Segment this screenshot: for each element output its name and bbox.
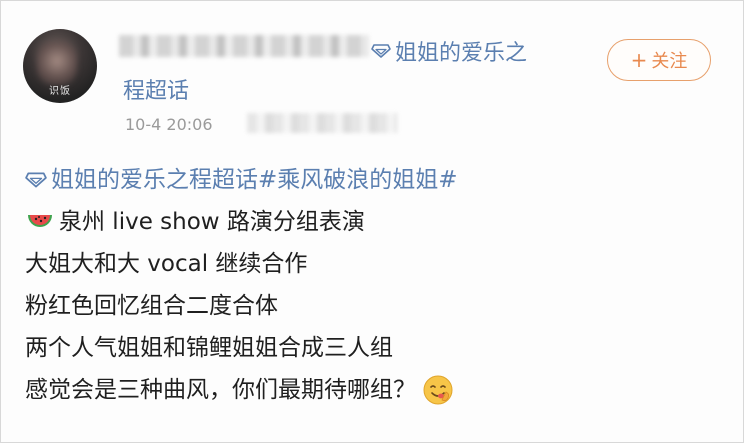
plus-icon: + bbox=[630, 48, 648, 72]
post-line-3: 粉红色回忆组合二度合体 bbox=[25, 285, 725, 327]
follow-button[interactable]: + 关注 bbox=[607, 39, 711, 81]
post-timestamp: 10-4 20:06 bbox=[125, 115, 213, 134]
avatar[interactable]: 识饭 bbox=[23, 29, 97, 103]
post-line-2: 大姐大和大 vocal 继续合作 bbox=[25, 243, 725, 285]
post-text: 泉州 live show 路演分组表演 bbox=[59, 209, 365, 235]
author-topic-text-cont[interactable]: 程超话 bbox=[123, 73, 189, 105]
diamond-topic-icon bbox=[25, 172, 47, 188]
follow-button-label: 关注 bbox=[651, 51, 688, 72]
author-topic-text[interactable]: 姐姐的爱乐之 bbox=[395, 35, 527, 67]
post-body: 姐姐的爱乐之程超话#乘风破浪的姐姐# 泉州 live show 路演分组表演 大… bbox=[25, 159, 725, 411]
avatar-blurred-image bbox=[37, 41, 77, 85]
source-redacted bbox=[247, 113, 397, 133]
yum-face-emoji bbox=[423, 375, 453, 405]
topic-hashtag-text[interactable]: 姐姐的爱乐之程超话#乘风破浪的姐姐# bbox=[51, 159, 458, 201]
watermelon-emoji bbox=[28, 215, 52, 227]
post-text: 大姐大和大 vocal 继续合作 bbox=[25, 251, 308, 277]
diamond-topic-icon bbox=[371, 44, 391, 58]
post-line-1: 泉州 live show 路演分组表演 bbox=[25, 201, 725, 243]
post-text: 粉红色回忆组合二度合体 bbox=[25, 293, 278, 319]
avatar-caption: 识饭 bbox=[49, 86, 71, 97]
post-text: 感觉会是三种曲风，你们最期待哪组？ bbox=[25, 377, 416, 403]
username-redacted bbox=[119, 35, 369, 57]
post-line-5: 感觉会是三种曲风，你们最期待哪组？ bbox=[25, 369, 725, 411]
author-topic-link[interactable]: 姐姐的爱乐之 bbox=[371, 35, 527, 67]
post-line-4: 两个人气姐姐和锦鲤姐姐合成三人组 bbox=[25, 327, 725, 369]
post-card: 识饭 姐姐的爱乐之 程超话 10-4 20:06 + 关注 姐姐的爱乐之程超话#… bbox=[0, 0, 744, 443]
post-text: 两个人气姐姐和锦鲤姐姐合成三人组 bbox=[25, 335, 393, 361]
topic-hashtag-line[interactable]: 姐姐的爱乐之程超话#乘风破浪的姐姐# bbox=[25, 159, 725, 201]
